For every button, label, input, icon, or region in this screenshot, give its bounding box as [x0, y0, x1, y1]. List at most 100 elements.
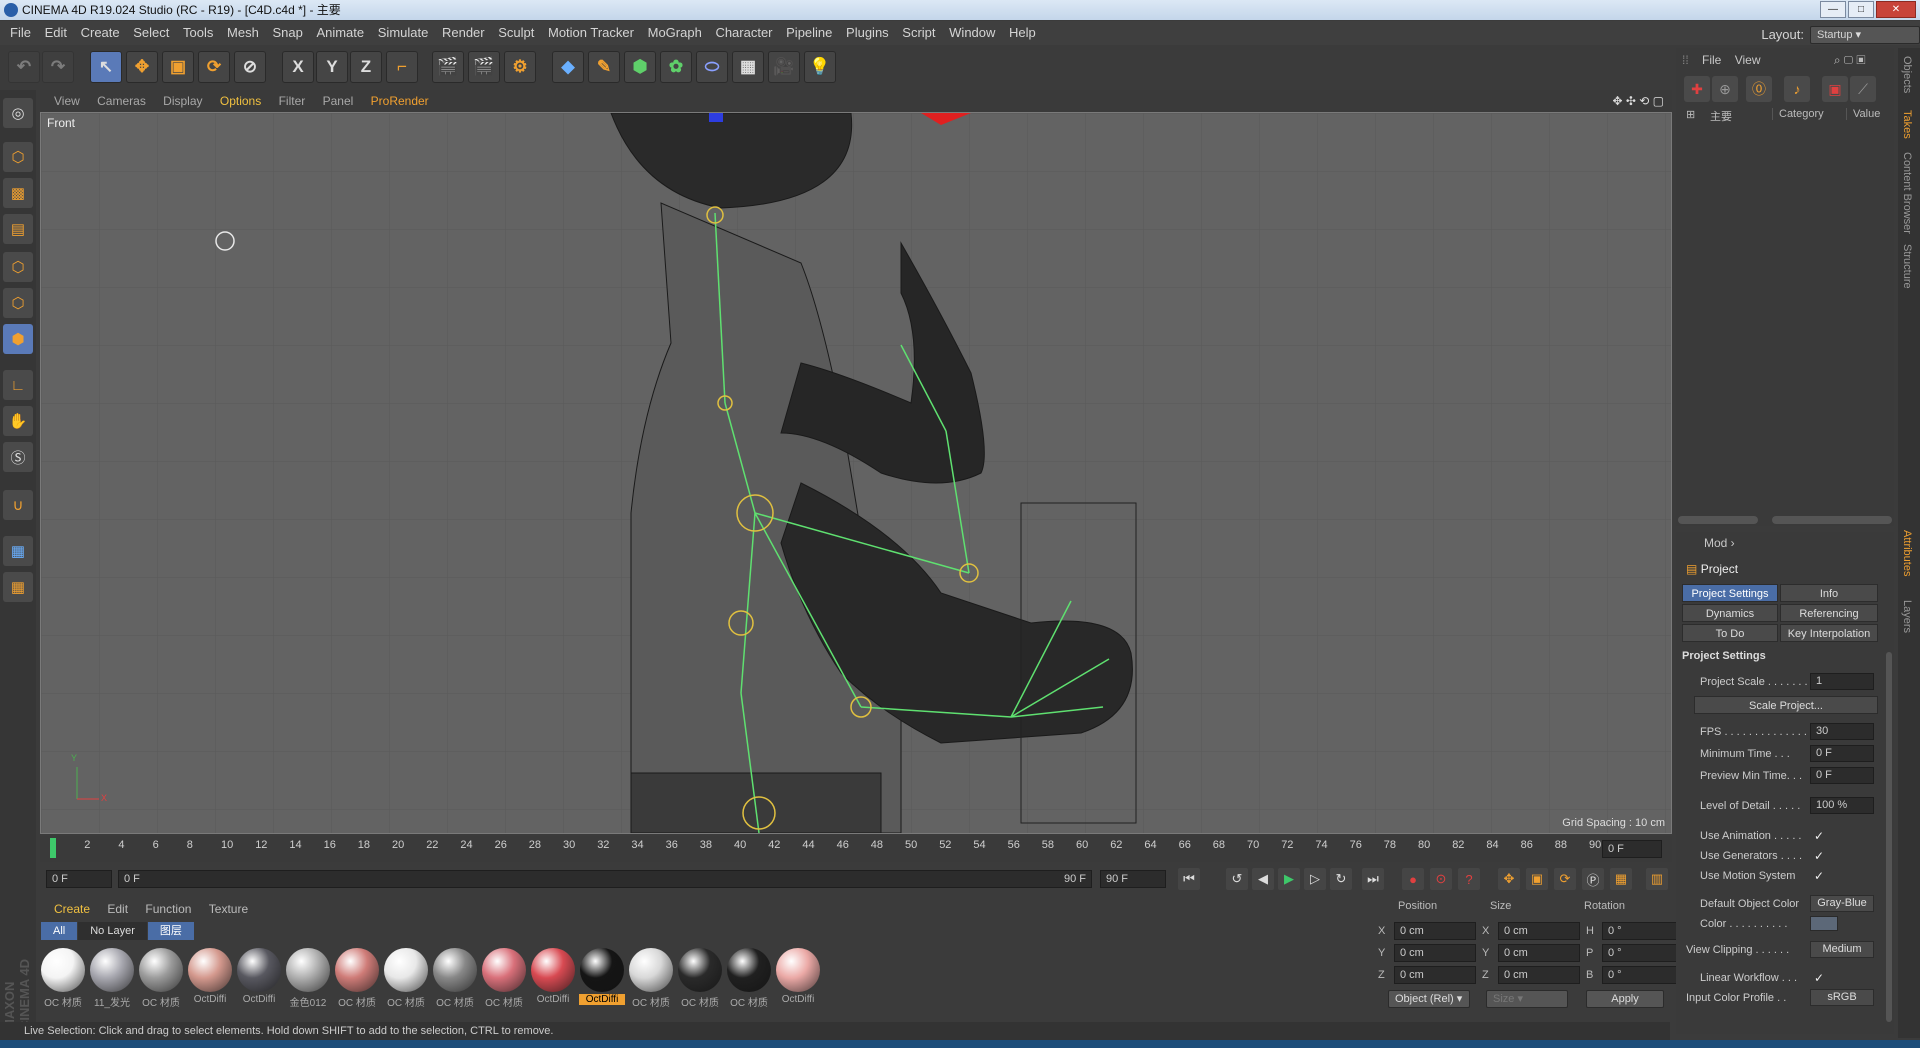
material-item[interactable]: OC 材质 [383, 948, 429, 1009]
tab-dynamics[interactable]: Dynamics [1682, 604, 1778, 622]
mat-menu-texture[interactable]: Texture [209, 902, 248, 916]
om-menu-view[interactable]: View [1735, 53, 1761, 67]
use-animation-checkbox[interactable]: ✓ [1814, 826, 1824, 846]
vp-menu-panel[interactable]: Panel [323, 94, 354, 108]
timeline-ruler[interactable]: 0246810121416182022242628303234363840424… [40, 836, 1672, 862]
material-item[interactable]: OC 材质 [138, 948, 184, 1009]
go-to-start-icon[interactable]: ⏮ [1178, 868, 1200, 890]
material-item[interactable]: OctDiffi [530, 948, 576, 1005]
previous-key-icon[interactable]: ↺ [1226, 868, 1248, 890]
redo-icon[interactable]: ↷ [42, 51, 74, 83]
menu-tools[interactable]: Tools [183, 25, 213, 40]
attr-mode-menu[interactable]: Mod [1704, 536, 1727, 550]
polygons-mode-icon[interactable]: ⬢ [3, 324, 33, 354]
menu-file[interactable]: File [10, 25, 31, 40]
undo-icon[interactable]: ↶ [8, 51, 40, 83]
recent-tool-icon[interactable]: ⊘ [234, 51, 266, 83]
vp-menu-prorender[interactable]: ProRender [371, 94, 429, 108]
axis-y-button[interactable]: Y [316, 51, 348, 83]
axis-z-button[interactable]: Z [350, 51, 382, 83]
key-pla-icon[interactable]: ▦ [1610, 868, 1632, 890]
menu-select[interactable]: Select [133, 25, 169, 40]
render-settings-icon[interactable]: ⚙ [504, 51, 536, 83]
om-take-icon-4[interactable]: ♪ [1784, 76, 1810, 102]
timeline-window-icon[interactable]: ▥ [1646, 868, 1668, 890]
mat-tab-no-layer[interactable]: No Layer [78, 922, 147, 940]
playhead[interactable] [50, 838, 56, 858]
menu-simulate[interactable]: Simulate [378, 25, 429, 40]
tab-referencing[interactable]: Referencing [1780, 604, 1878, 622]
material-item[interactable]: OC 材质 [334, 948, 380, 1009]
mat-tab-all[interactable]: All [41, 922, 78, 940]
key-parameter-icon[interactable]: Ⓟ [1582, 868, 1604, 890]
current-frame-field[interactable]: 0 F [1602, 840, 1662, 858]
autokey-icon[interactable]: ⊙ [1430, 868, 1452, 890]
record-keys-icon[interactable]: ● [1402, 868, 1424, 890]
cloner-icon[interactable]: ✿ [660, 51, 692, 83]
material-item[interactable]: OC 材质 [432, 948, 478, 1009]
menu-animate[interactable]: Animate [316, 25, 364, 40]
size-z-field[interactable]: 0 cm [1498, 966, 1580, 984]
lock-workplane-icon[interactable]: ▦ [3, 536, 33, 566]
tab-to-do[interactable]: To Do [1682, 624, 1778, 642]
pos-z-field[interactable]: 0 cm [1394, 966, 1476, 984]
deformer-icon[interactable]: ⬭ [696, 51, 728, 83]
points-mode-icon[interactable]: ⬡ [3, 252, 33, 282]
menu-create[interactable]: Create [81, 25, 120, 40]
scale-project-button[interactable]: Scale Project... [1694, 696, 1878, 714]
mat-menu-create[interactable]: Create [54, 902, 90, 916]
subdivision-icon[interactable]: ⬢ [624, 51, 656, 83]
input-profile-dropdown[interactable]: sRGB [1810, 989, 1874, 1006]
pos-y-field[interactable]: 0 cm [1394, 944, 1476, 962]
material-item[interactable]: OC 材质 [40, 948, 86, 1009]
om-take-icon-5[interactable]: ▣ [1822, 76, 1848, 102]
make-editable-icon[interactable]: ◎ [3, 98, 33, 128]
material-item[interactable]: 金色012 [285, 948, 331, 1009]
camera-icon[interactable]: 🎥 [768, 51, 800, 83]
attr-scrollbar[interactable] [1886, 652, 1892, 1022]
viewport-nav-icons[interactable]: ✥ ✣ ⟲ ▢ [1612, 90, 1664, 112]
menu-sculpt[interactable]: Sculpt [498, 25, 534, 40]
menu-character[interactable]: Character [715, 25, 772, 40]
tab-key-interpolation[interactable]: Key Interpolation [1780, 624, 1878, 642]
move-icon[interactable]: ✥ [126, 51, 158, 83]
render-view-icon[interactable]: 🎬 [432, 51, 464, 83]
next-key-icon[interactable]: ↻ [1330, 868, 1352, 890]
range-slider[interactable]: 0 F 90 F [118, 870, 1092, 888]
solo-icon[interactable]: Ⓢ [3, 442, 33, 472]
texture-mode-icon[interactable]: ▩ [3, 178, 33, 208]
coord-mode-dropdown[interactable]: Object (Rel) ▾ [1388, 990, 1470, 1008]
key-scale-icon[interactable]: ▣ [1526, 868, 1548, 890]
material-item[interactable]: OC 材质 [628, 948, 674, 1009]
menu-window[interactable]: Window [949, 25, 995, 40]
om-expand-icon[interactable]: ⊞ [1686, 108, 1695, 121]
keyframe-selection-icon[interactable]: ? [1458, 868, 1480, 890]
menu-edit[interactable]: Edit [45, 25, 67, 40]
fps-field[interactable]: 30 [1810, 723, 1874, 740]
color-swatch[interactable] [1810, 916, 1838, 931]
side-tab-attributes[interactable]: Attributes [1901, 530, 1913, 576]
previous-frame-icon[interactable]: ◀ [1252, 868, 1274, 890]
view-clipping-dropdown[interactable]: Medium [1810, 941, 1874, 958]
material-item[interactable]: OctDiffi [236, 948, 282, 1005]
material-item[interactable]: OctDiffi [579, 948, 625, 1005]
axis-x-button[interactable]: X [282, 51, 314, 83]
menu-render[interactable]: Render [442, 25, 485, 40]
vp-menu-cameras[interactable]: Cameras [97, 94, 146, 108]
menu-mesh[interactable]: Mesh [227, 25, 259, 40]
om-menu-file[interactable]: File [1702, 53, 1721, 67]
layout-dropdown[interactable]: Startup ▾ [1810, 26, 1920, 44]
min-time-field[interactable]: 0 F [1810, 745, 1874, 762]
side-tab-layers[interactable]: Layers [1901, 600, 1913, 633]
menu-mograph[interactable]: MoGraph [648, 25, 702, 40]
use-motion-checkbox[interactable]: ✓ [1814, 866, 1824, 886]
side-tab-structure[interactable]: Structure [1901, 244, 1913, 289]
menu-pipeline[interactable]: Pipeline [786, 25, 832, 40]
om-hscroll-left[interactable] [1678, 516, 1758, 524]
next-frame-icon[interactable]: ▷ [1304, 868, 1326, 890]
maximize-button[interactable]: □ [1848, 1, 1874, 18]
apply-button[interactable]: Apply [1586, 990, 1664, 1008]
om-take-icon-1[interactable]: ✚ [1684, 76, 1710, 102]
side-tab-takes[interactable]: Takes [1901, 110, 1913, 139]
scale-icon[interactable]: ▣ [162, 51, 194, 83]
